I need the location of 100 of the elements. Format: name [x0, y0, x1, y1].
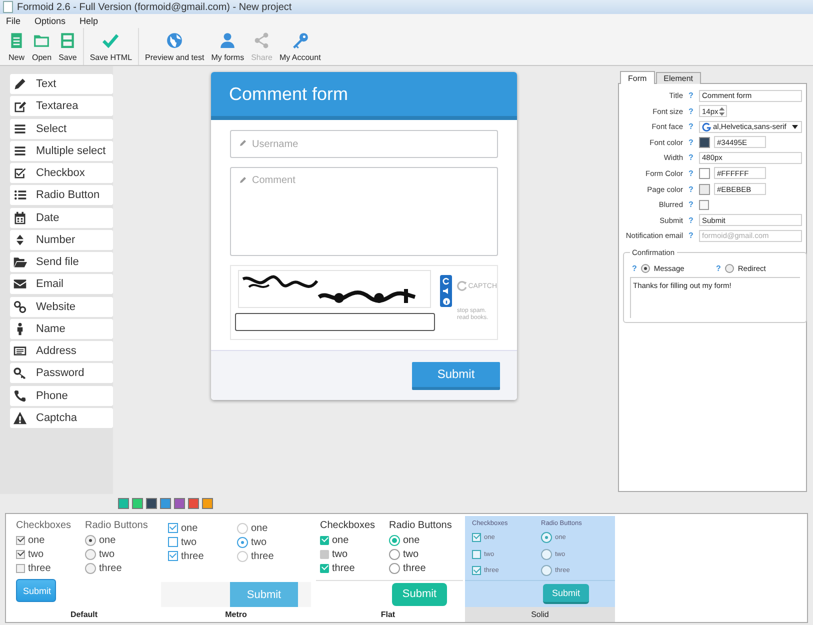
palette-item[interactable]: Checkbox [10, 163, 113, 184]
color-swatch[interactable] [174, 498, 185, 509]
option-label: two [251, 536, 267, 548]
checkbox[interactable] [168, 523, 178, 533]
checkbox[interactable] [472, 532, 481, 542]
palette-item[interactable]: Number [10, 230, 113, 250]
radio-button[interactable] [85, 562, 96, 574]
group-title: Radio Buttons [389, 520, 453, 531]
option-label: three [251, 550, 274, 562]
color-swatch[interactable] [699, 136, 710, 148]
window-title: Formoid 2.6 - Full Version (formoid@gmail.com) - New project [17, 2, 292, 12]
palette-item[interactable]: Email [10, 274, 113, 294]
arc-icon [702, 122, 711, 132]
checkbox[interactable] [320, 564, 329, 572]
palette-item[interactable]: Select [10, 118, 113, 139]
theme-name: Flat [380, 610, 396, 619]
radio-button[interactable] [237, 522, 248, 534]
palette-item[interactable]: Textarea [10, 96, 113, 116]
theme-name: Metro [225, 610, 247, 619]
checkbox[interactable] [16, 550, 25, 558]
color-swatch[interactable] [118, 498, 129, 509]
toolbar-button[interactable]: Preview and test [143, 28, 206, 65]
checkbox[interactable] [472, 550, 481, 558]
palette-item[interactable]: Radio Button [10, 185, 113, 206]
radio-button[interactable] [389, 534, 400, 546]
card-icon [13, 344, 27, 358]
radio-button[interactable] [85, 548, 96, 560]
checkmark-icon [102, 32, 120, 48]
palette-item[interactable]: Text [10, 74, 113, 94]
option-label: two [403, 548, 419, 560]
option-label: two [99, 548, 115, 560]
key-icon [13, 366, 27, 380]
checkbox[interactable] [472, 566, 481, 576]
checkbox[interactable] [168, 551, 178, 561]
color-swatch[interactable] [188, 498, 199, 509]
comment-field[interactable]: Comment [230, 167, 498, 256]
palette-item[interactable]: Website [10, 296, 113, 317]
captcha-input[interactable] [235, 313, 435, 331]
option-label: three [181, 550, 204, 562]
toolbar-button[interactable]: Open [30, 28, 54, 65]
menu-item[interactable]: Options [34, 16, 66, 26]
checkbox[interactable] [168, 537, 178, 547]
palette-item[interactable]: Multiple select [10, 140, 113, 161]
option-label: one [332, 534, 349, 546]
checkbox[interactable] [699, 200, 709, 210]
color-swatch[interactable] [699, 168, 710, 179]
username-field[interactable]: Username [230, 130, 498, 158]
menu-item[interactable]: Help [80, 16, 98, 26]
document-icon [8, 32, 25, 48]
group-title: Checkboxes [320, 520, 376, 531]
radio-button[interactable] [541, 532, 552, 543]
checkbox[interactable] [16, 564, 25, 572]
color-swatch[interactable] [699, 184, 710, 195]
pencil-icon [13, 77, 27, 91]
color-swatch[interactable] [160, 498, 171, 509]
color-swatch[interactable] [146, 498, 157, 509]
captcha-controls[interactable] [440, 275, 452, 307]
palette-item[interactable]: Send file [10, 252, 113, 272]
toolbar-button[interactable]: My Account [277, 28, 323, 65]
spinner-icon[interactable] [719, 106, 725, 116]
radio-button[interactable] [541, 548, 552, 560]
radio-button[interactable] [237, 550, 248, 562]
folder-icon [13, 255, 27, 270]
floppy-icon [59, 32, 76, 48]
palette-item[interactable]: Password [10, 363, 113, 384]
palette-item[interactable]: Address [10, 341, 113, 362]
toolbar-button[interactable]: My forms [209, 28, 246, 65]
checkbox[interactable] [16, 536, 25, 544]
lines-icon [13, 122, 27, 136]
person-icon [219, 32, 236, 48]
group-title: Checkboxes [16, 520, 72, 531]
radio-button[interactable] [389, 548, 400, 560]
toolbar-button[interactable]: New [6, 28, 27, 65]
palette-item[interactable]: Captcha [10, 408, 113, 428]
toolbar-button[interactable]: Save [56, 28, 79, 65]
edit-icon [13, 99, 27, 114]
palette-item[interactable]: Phone [10, 386, 113, 406]
color-swatch[interactable] [202, 498, 213, 509]
tab[interactable]: Element [656, 72, 702, 84]
checkbox[interactable] [320, 536, 329, 544]
palette-item[interactable]: Name [10, 318, 113, 339]
option-label: three [28, 562, 51, 574]
palette-item[interactable]: Date [10, 208, 113, 228]
calendar-icon [13, 210, 27, 225]
radio-button[interactable] [640, 264, 650, 274]
radio-button[interactable] [237, 536, 248, 548]
radio-button[interactable] [389, 562, 400, 574]
key-icon [292, 32, 309, 48]
option-label: three [332, 562, 355, 574]
toolbar-button[interactable]: Save HTML [88, 28, 134, 65]
speaker-icon[interactable] [442, 287, 450, 296]
checkbox[interactable] [320, 550, 329, 558]
menu-item[interactable]: File [6, 16, 21, 26]
color-swatch[interactable] [132, 498, 143, 509]
radio-button[interactable] [85, 534, 96, 546]
theme-name: Solid [531, 610, 549, 619]
radio-button[interactable] [724, 264, 734, 274]
refresh-icon[interactable] [442, 277, 450, 286]
radio-button[interactable] [541, 565, 552, 576]
tab[interactable]: Form [620, 71, 655, 84]
